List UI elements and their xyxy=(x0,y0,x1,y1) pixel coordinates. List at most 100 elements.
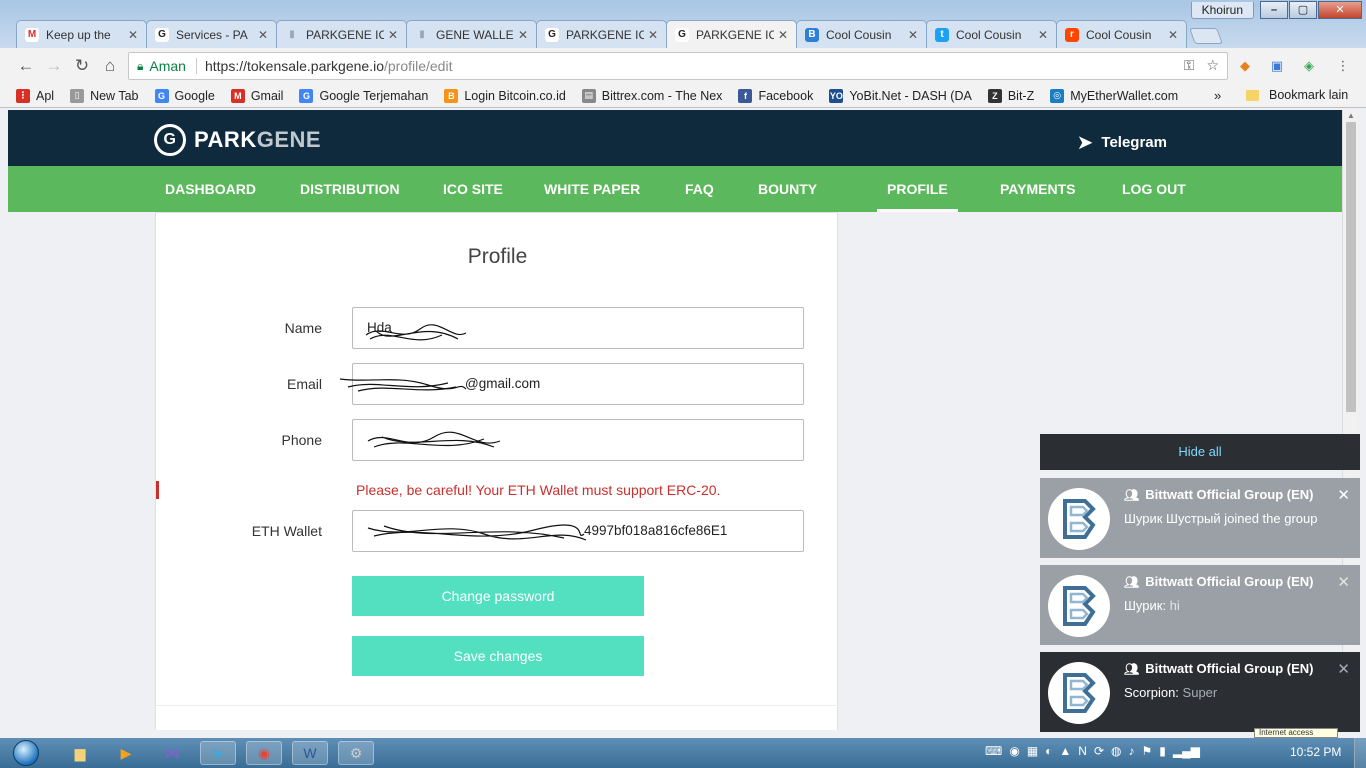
tab-close-icon[interactable]: ✕ xyxy=(258,28,268,42)
nav-item-faq[interactable]: FAQ xyxy=(685,166,714,212)
nvidia-tray-icon[interactable]: ▲ xyxy=(1059,744,1071,758)
tab-favicon-icon: r xyxy=(1065,27,1079,42)
address-bar[interactable]: 🔒︎ Aman https://tokensale.parkgene.io/pr… xyxy=(128,52,1228,80)
minimize-button[interactable]: – xyxy=(1260,1,1288,19)
notification-close-icon[interactable]: ✕ xyxy=(1337,573,1350,591)
tab-close-icon[interactable]: ✕ xyxy=(908,28,918,42)
eth-wallet-field[interactable]: 4997bf018a816cfe86E1 xyxy=(352,510,804,552)
bookmark-favicon-icon: ▤ xyxy=(581,88,596,103)
tab-close-icon[interactable]: ✕ xyxy=(518,28,528,42)
device-tray-icon[interactable]: ▦ xyxy=(1027,744,1038,758)
translate-extension-icon[interactable]: ◈ xyxy=(1300,57,1318,75)
tray-app-icon[interactable]: ◐ xyxy=(1045,744,1052,758)
hide-all-button[interactable]: Hide all xyxy=(1040,434,1360,470)
telegram-notification[interactable]: 👥︎ Bittwatt Official Group (EN) Шурик: hi ✕ xyxy=(1040,565,1360,645)
bookmarks-overflow-icon[interactable]: » xyxy=(1214,88,1221,103)
bookmark-item[interactable]: ◎ MyEtherWallet.com xyxy=(1050,88,1178,103)
change-password-button[interactable]: Change password xyxy=(352,576,644,616)
file-explorer-icon[interactable]: ▆ xyxy=(62,741,98,765)
tab-close-icon[interactable]: ✕ xyxy=(1168,28,1178,42)
notification-close-icon[interactable]: ✕ xyxy=(1337,486,1350,504)
browser-tab[interactable]: t Cool Cousin ✕ xyxy=(926,20,1057,48)
flag-tray-icon[interactable]: ⚑ xyxy=(1142,744,1153,758)
telegram-link[interactable]: ➤ Telegram xyxy=(1077,130,1167,155)
nav-item-bounty[interactable]: BOUNTY xyxy=(758,166,817,212)
word-taskbar-icon[interactable]: W xyxy=(292,741,328,765)
nav-item-payments[interactable]: PAYMENTS xyxy=(1000,166,1075,212)
bookmark-item[interactable]: ▤ Bittrex.com - The Nex xyxy=(581,88,722,103)
bookmark-item[interactable]: G Google xyxy=(154,88,215,103)
nav-item-profile[interactable]: PROFILE xyxy=(877,166,958,212)
keyboard-icon[interactable]: ⌨ xyxy=(985,744,1002,758)
email-field[interactable]: @gmail.com xyxy=(352,363,804,405)
notification-title: 👥︎ Bittwatt Official Group (EN) xyxy=(1124,487,1314,502)
maximize-button[interactable]: ▢ xyxy=(1289,1,1317,19)
battery-icon[interactable]: ▮ xyxy=(1159,744,1166,758)
bookmark-item[interactable]: ▯ New Tab xyxy=(70,88,139,103)
metamask-extension-icon[interactable]: ◆ xyxy=(1236,57,1254,75)
bookmark-item[interactable]: G Google Terjemahan xyxy=(299,88,428,103)
sync-tray-icon[interactable]: ⟳ xyxy=(1094,744,1104,758)
chrome-tray-icon[interactable]: ◉ xyxy=(1009,744,1019,758)
bookmark-item[interactable]: f Facebook xyxy=(738,88,813,103)
telegram-notification[interactable]: 👥︎ Bittwatt Official Group (EN) Шурик Шуст… xyxy=(1040,478,1360,558)
browser-tab[interactable]: r Cool Cousin ✕ xyxy=(1056,20,1187,48)
tab-close-icon[interactable]: ✕ xyxy=(648,28,658,42)
browser-tab[interactable]: G Services - PA ✕ xyxy=(146,20,277,48)
bookmark-item[interactable]: Z Bit-Z xyxy=(987,88,1035,103)
media-player-icon[interactable]: ▶ xyxy=(108,741,144,765)
start-button[interactable] xyxy=(6,738,46,768)
menu-kebab-icon[interactable]: ⋮ xyxy=(1334,57,1352,75)
notification-close-icon[interactable]: ✕ xyxy=(1337,660,1350,678)
bookmark-item[interactable]: B Login Bitcoin.co.id xyxy=(444,88,566,103)
tab-close-icon[interactable]: ✕ xyxy=(778,28,788,42)
visual-studio-icon[interactable]: ⋈ xyxy=(154,741,190,765)
program-taskbar-icon[interactable]: ⚙ xyxy=(338,741,374,765)
scroll-up-icon[interactable]: ▲ xyxy=(1346,112,1356,120)
volume-icon[interactable]: ♪ xyxy=(1129,744,1135,758)
bookmark-label: Bit-Z xyxy=(1007,88,1035,103)
nav-item-log-out[interactable]: LOG OUT xyxy=(1122,166,1186,212)
close-window-button[interactable]: ✕ xyxy=(1318,1,1362,19)
bookmark-item[interactable]: M Gmail xyxy=(230,88,283,103)
home-icon[interactable]: ⌂ xyxy=(100,56,120,76)
browser-tab[interactable]: B Cool Cousin ✕ xyxy=(796,20,927,48)
browser-tab[interactable]: M Keep up the ✕ xyxy=(16,20,147,48)
nav-item-distribution[interactable]: DISTRIBUTION xyxy=(300,166,400,212)
profile-user-badge[interactable]: Khoirun xyxy=(1190,2,1254,19)
tab-close-icon[interactable]: ✕ xyxy=(128,28,138,42)
signal-bars-icon[interactable]: ▂▄▆ xyxy=(1173,744,1200,758)
taskbar-clock[interactable]: 10:52 PM xyxy=(1290,745,1341,759)
scroll-thumb[interactable] xyxy=(1346,122,1356,412)
tab-close-icon[interactable]: ✕ xyxy=(388,28,398,42)
key-icon[interactable]: ⚿ xyxy=(1184,57,1195,74)
back-arrow-icon[interactable]: ← xyxy=(16,56,36,76)
browser-tab[interactable]: ▮ PARKGENE IC ✕ xyxy=(276,20,407,48)
telegram-taskbar-icon[interactable]: ➤ xyxy=(200,741,236,765)
telegram-notification[interactable]: 👥︎ Bittwatt Official Group (EN) Scorpion: … xyxy=(1040,652,1360,732)
extension-badge-icon[interactable]: ▣ xyxy=(1268,57,1286,75)
name-field[interactable]: Hda xyxy=(352,307,804,349)
bookmark-item[interactable]: YO YoBit.Net - DASH (DA xyxy=(829,88,972,103)
chrome-taskbar-icon[interactable]: ◉ xyxy=(246,741,282,765)
network-share-icon[interactable]: N xyxy=(1078,744,1087,758)
tab-close-icon[interactable]: ✕ xyxy=(1038,28,1048,42)
phone-field[interactable] xyxy=(352,419,804,461)
eth-wallet-value: 4997bf018a816cfe86E1 xyxy=(584,523,728,538)
nav-item-ico-site[interactable]: ICO SITE xyxy=(443,166,503,212)
nav-item-dashboard[interactable]: DASHBOARD xyxy=(165,166,256,212)
reload-icon[interactable]: ↻ xyxy=(72,56,92,76)
browser-tab[interactable]: G PARKGENE IC ✕ xyxy=(536,20,667,48)
forward-arrow-icon[interactable]: → xyxy=(44,56,64,76)
save-changes-button[interactable]: Save changes xyxy=(352,636,644,676)
parkgene-logo[interactable]: G PARK GENE xyxy=(154,124,321,156)
other-bookmarks-folder[interactable]: Bookmark lain xyxy=(1246,88,1348,102)
browser-tab[interactable]: G PARKGENE IC ✕ xyxy=(666,20,797,48)
show-desktop-button[interactable] xyxy=(1354,738,1366,768)
bookmark-item[interactable]: ⋮ Apl xyxy=(16,88,54,103)
bookmark-star-icon[interactable]: ☆ xyxy=(1206,57,1219,74)
security-tray-icon[interactable]: ◍ xyxy=(1111,744,1121,758)
browser-tab[interactable]: ▮ GENE WALLE ✕ xyxy=(406,20,537,48)
new-tab-button[interactable] xyxy=(1189,28,1223,44)
nav-item-white-paper[interactable]: WHITE PAPER xyxy=(544,166,640,212)
